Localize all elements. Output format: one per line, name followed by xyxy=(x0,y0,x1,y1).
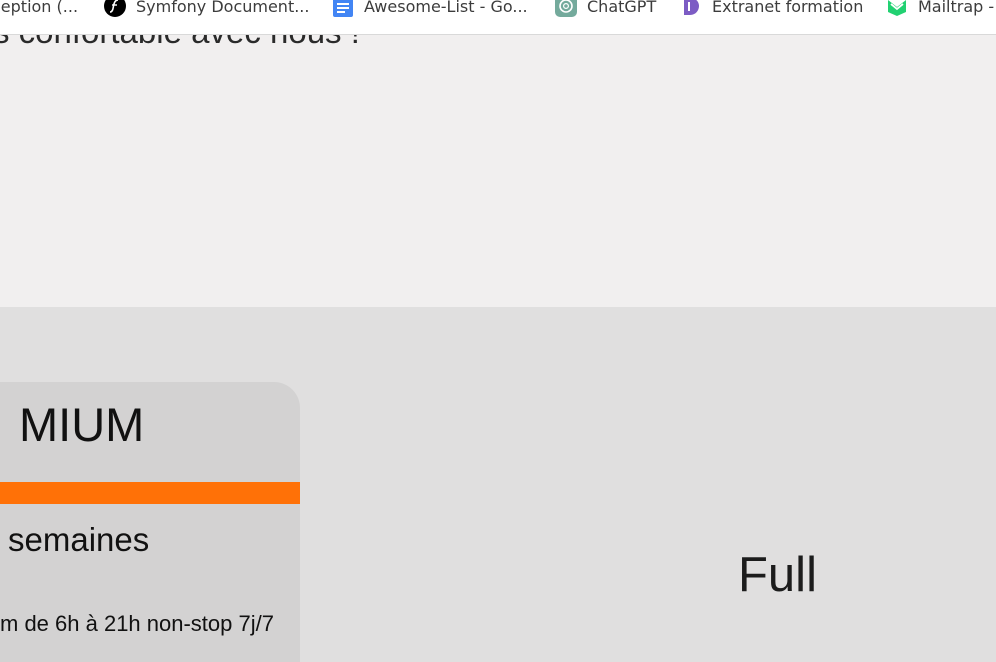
bookmark-label: Symfony Document... xyxy=(136,0,310,16)
bookmark-chatgpt[interactable]: ChatGPT xyxy=(555,0,656,18)
bookmark-extranet[interactable]: Extranet formation xyxy=(680,0,863,18)
bookmark-label: Awesome-List - Go... xyxy=(364,0,528,16)
bookmark-reception[interactable]: ception (... xyxy=(0,0,78,18)
extranet-icon xyxy=(684,0,699,15)
bookmarks-bar: ception (... Symfony Document... Awesome… xyxy=(0,0,996,35)
bookmark-label: Extranet formation xyxy=(712,0,864,16)
mailtrap-icon xyxy=(888,0,906,16)
bookmark-symfony[interactable]: Symfony Document... xyxy=(104,0,309,18)
chatgpt-icon xyxy=(555,0,577,17)
bookmark-label: Mailtrap - xyxy=(918,0,995,16)
google-docs-icon xyxy=(333,0,353,17)
bookmark-mailtrap[interactable]: Mailtrap - xyxy=(886,0,994,18)
hero-section: s confortable avec nous ! xyxy=(0,0,996,307)
premium-accent-bar xyxy=(0,482,300,504)
bookmark-label: ChatGPT xyxy=(587,0,657,16)
premium-plan-hours: m de 6h à 21h non-stop 7j/7 xyxy=(0,611,274,636)
premium-plan-title: MIUM xyxy=(19,398,145,451)
bookmark-label: ception (... xyxy=(0,0,79,16)
symfony-icon xyxy=(104,0,126,17)
premium-plan-duration: semaines xyxy=(8,521,150,558)
bookmark-awesome-list[interactable]: Awesome-List - Go... xyxy=(332,0,528,18)
full-plan-title: Full xyxy=(738,548,817,602)
